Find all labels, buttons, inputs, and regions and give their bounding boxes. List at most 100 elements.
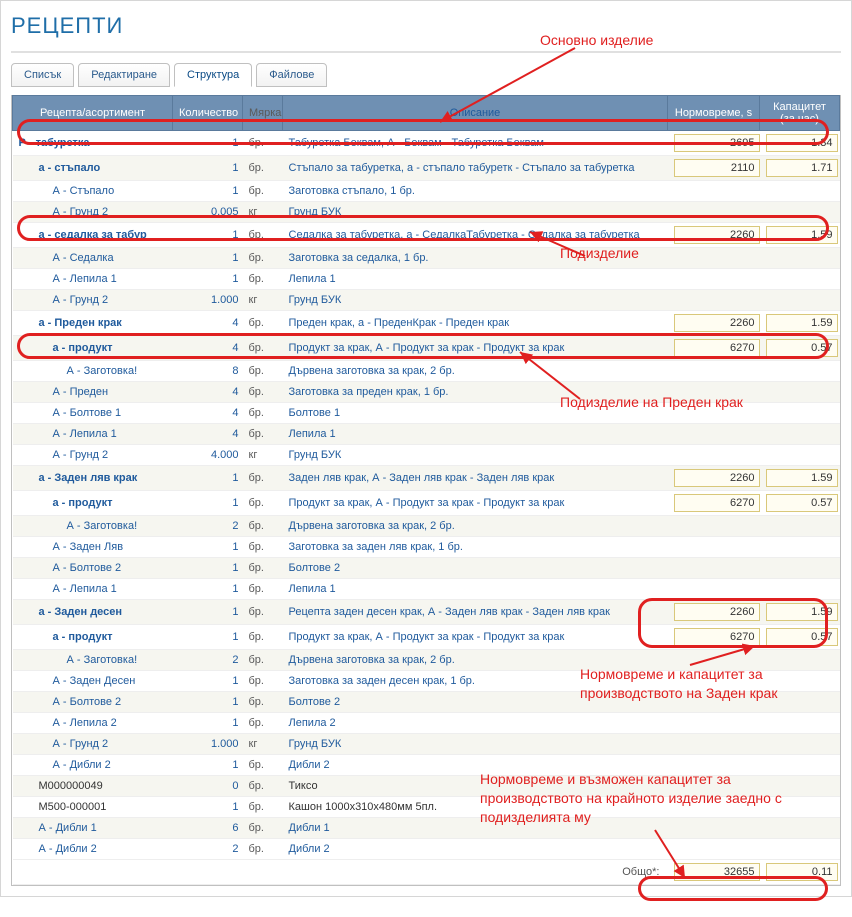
tab-list[interactable]: Списък [11,63,74,87]
cell-cap [760,734,840,755]
cell-name[interactable]: а - продукт [13,491,173,516]
cell-desc[interactable]: Грунд БУК [283,445,668,466]
tab-files[interactable]: Файлове [256,63,327,87]
cell-desc[interactable]: Лепила 1 [283,579,668,600]
cell-unit: бр. [243,361,283,382]
th-qty[interactable]: Количество [173,96,243,131]
cell-name[interactable]: А - Дибли 2 [13,755,173,776]
th-cap[interactable]: Капацитет (за час) [760,96,840,131]
cell-desc[interactable]: Продукт за крак, А - Продукт за крак - П… [283,491,668,516]
cell-name[interactable]: А - Преден [13,382,173,403]
cell-name[interactable]: а - Преден крак [13,311,173,336]
th-unit[interactable]: Мярка [243,96,283,131]
cell-desc[interactable]: Дървена заготовка за крак, 2 бр. [283,516,668,537]
cell-desc[interactable]: Лепила 1 [283,269,668,290]
cell-name[interactable]: А - Болтове 2 [13,692,173,713]
cell-unit: бр. [243,248,283,269]
cell-cap [760,818,840,839]
cell-desc[interactable]: Преден крак, а - ПреденКрак - Преден кра… [283,311,668,336]
cell-name[interactable]: а - продукт [13,625,173,650]
th-desc[interactable]: Описание [283,96,668,131]
cell-desc[interactable]: Заготовка за заден десен крак, 1 бр. [283,671,668,692]
cell-desc[interactable]: Дибли 2 [283,755,668,776]
table-row: а - продукт1бр.Продукт за крак, А - Прод… [13,491,840,516]
cell-unit: бр. [243,839,283,860]
cell-unit: бр. [243,424,283,445]
th-norm[interactable]: Нормовреме, s [668,96,760,131]
cell-desc[interactable]: Грунд БУК [283,290,668,311]
cell-name[interactable]: А - Лепила 1 [13,579,173,600]
cell-name[interactable]: А - Дибли 2 [13,839,173,860]
cell-desc[interactable]: Заготовка стъпало, 1 бр. [283,181,668,202]
cell-qty: 1 [173,671,243,692]
cell-desc[interactable]: Заден ляв крак, А - Заден ляв крак - Зад… [283,466,668,491]
cell-desc[interactable]: Дървена заготовка за крак, 2 бр. [283,361,668,382]
cell-name[interactable]: А - Грунд 2 [13,290,173,311]
cell-desc[interactable]: Болтове 2 [283,558,668,579]
cell-unit: бр. [243,403,283,424]
tab-structure[interactable]: Структура [174,63,252,87]
cell-desc[interactable]: Дибли 1 [283,818,668,839]
cell-name[interactable]: А - Заготовка! [13,650,173,671]
cell-name[interactable]: А - Заден Десен [13,671,173,692]
tab-edit[interactable]: Редактиране [78,63,170,87]
cell-desc[interactable]: Седалка за табуретка, а - СедалкаТабурет… [283,223,668,248]
cell-name[interactable]: а - Заден десен [13,600,173,625]
cell-desc[interactable]: Стъпало за табуретка, а - стъпало табуре… [283,156,668,181]
cell-name[interactable]: Р - табуретка [13,131,173,156]
cell-desc[interactable]: Заготовка за преден крак, 1 бр. [283,382,668,403]
cell-desc[interactable]: Табуретка Беквам, А - Беквам - Табуретка… [283,131,668,156]
cell-name[interactable]: А - Лепила 1 [13,424,173,445]
table-row: А - Заготовка!2бр.Дървена заготовка за к… [13,650,840,671]
cell-unit: бр. [243,625,283,650]
cell-desc[interactable]: Продукт за крак, А - Продукт за крак - П… [283,625,668,650]
cell-name[interactable]: а - стъпало [13,156,173,181]
cell-name[interactable]: А - Дибли 1 [13,818,173,839]
cell-desc[interactable]: Заготовка за заден ляв крак, 1 бр. [283,537,668,558]
cell-qty: 1.000 [173,290,243,311]
cell-unit: бр. [243,516,283,537]
cell-unit: бр. [243,491,283,516]
cell-name[interactable]: А - Грунд 2 [13,202,173,223]
cell-desc[interactable]: Грунд БУК [283,202,668,223]
cell-name[interactable]: а - продукт [13,336,173,361]
cell-name[interactable]: А - Стъпало [13,181,173,202]
cell-name[interactable]: А - Седалка [13,248,173,269]
cell-name[interactable]: А - Лепила 1 [13,269,173,290]
cell-desc[interactable]: Дибли 2 [283,839,668,860]
cell-desc[interactable]: Лепила 1 [283,424,668,445]
cell-desc[interactable]: Болтове 1 [283,403,668,424]
table-row: а - Заден ляв крак1бр.Заден ляв крак, А … [13,466,840,491]
total-cap: 0.11 [766,863,838,881]
table-row: А - Грунд 20.005кгГрунд БУК [13,202,840,223]
cell-name[interactable]: А - Заготовка! [13,516,173,537]
cell-name[interactable]: а - седалка за табур [13,223,173,248]
cell-qty: 4 [173,311,243,336]
cell-desc[interactable]: Болтове 2 [283,692,668,713]
cell-norm [668,382,760,403]
table-row: А - Преден4бр.Заготовка за преден крак, … [13,382,840,403]
cell-desc[interactable]: Лепила 2 [283,713,668,734]
cell-qty: 1 [173,579,243,600]
table-row: а - Преден крак4бр.Преден крак, а - Пред… [13,311,840,336]
cell-unit: кг [243,734,283,755]
cell-name[interactable]: А - Болтове 2 [13,558,173,579]
table-row: А - Заден Ляв1бр.Заготовка за заден ляв … [13,537,840,558]
cell-name[interactable]: А - Заготовка! [13,361,173,382]
cell-name[interactable]: А - Грунд 2 [13,734,173,755]
cell-name[interactable]: А - Заден Ляв [13,537,173,558]
cell-desc[interactable]: Продукт за крак, А - Продукт за крак - П… [283,336,668,361]
cell-desc[interactable]: Рецепта заден десен крак, А - Заден ляв … [283,600,668,625]
cell-name[interactable]: а - Заден ляв крак [13,466,173,491]
cell-norm: 6270 [668,625,760,650]
cell-name[interactable]: А - Болтове 1 [13,403,173,424]
cell-unit: бр. [243,650,283,671]
cell-name[interactable]: А - Грунд 2 [13,445,173,466]
cell-name[interactable]: А - Лепила 2 [13,713,173,734]
cell-cap [760,516,840,537]
cell-desc[interactable]: Дървена заготовка за крак, 2 бр. [283,650,668,671]
th-name[interactable]: Рецепта/асортимент [13,96,173,131]
cell-cap [760,382,840,403]
cell-desc[interactable]: Заготовка за седалка, 1 бр. [283,248,668,269]
cell-desc[interactable]: Грунд БУК [283,734,668,755]
